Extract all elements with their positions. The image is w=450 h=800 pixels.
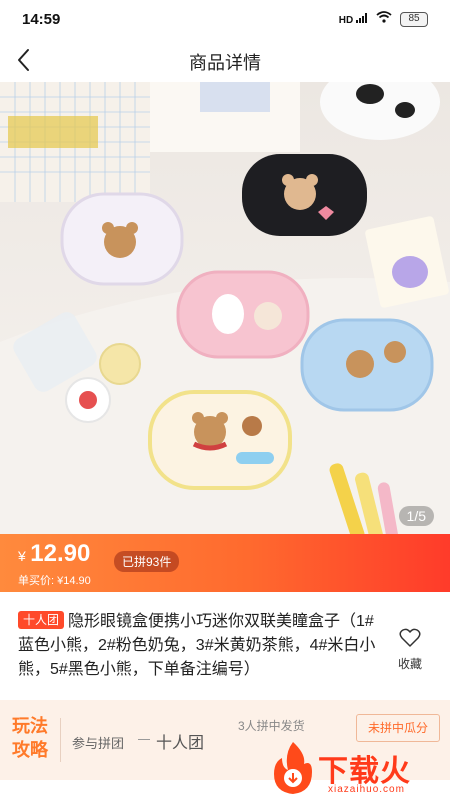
page-title: 商品详情	[189, 53, 261, 73]
watermark: 下载火 xiazaihuo.com	[268, 738, 448, 798]
signal-label: HD	[338, 14, 354, 26]
join-group-label: 参与拼团	[72, 736, 125, 751]
heart-icon	[399, 628, 421, 647]
group-count-badge: 已拼93件	[114, 551, 180, 572]
wifi-icon	[376, 10, 392, 28]
success-rule-label: 3人拼中发货	[238, 719, 305, 733]
status-bar: 14:59 HD 85	[0, 0, 450, 38]
play-strategy-title: 玩法攻略	[12, 716, 48, 760]
divider	[60, 718, 61, 762]
product-title-block: 十人团 隐形眼镜盒便携小巧迷你双联美瞳盒子（1#蓝色小熊，2#粉色奶兔，3#米黄奶…	[18, 610, 384, 682]
group-price: ¥ 12.90	[18, 540, 90, 568]
flame-logo-icon	[274, 742, 312, 794]
product-image-carousel[interactable]: 1/5	[0, 82, 450, 534]
product-photo	[0, 82, 450, 534]
price-banner: ¥ 12.90 单买价: ¥14.90 已拼93件	[0, 534, 450, 592]
nav-bar: 商品详情	[0, 38, 450, 82]
favorite-label: 收藏	[397, 657, 422, 671]
status-time: 14:59	[22, 11, 61, 28]
signal-icon: HD	[338, 12, 368, 26]
favorite-button[interactable]: 收藏	[394, 628, 426, 672]
product-info: 十人团 隐形眼镜盒便携小巧迷你双联美瞳盒子（1#蓝色小熊，2#粉色奶兔，3#米黄奶…	[0, 592, 450, 692]
team-size-label: 十人团	[137, 729, 204, 753]
watermark-url: xiazaihuo.com	[328, 784, 405, 795]
team-tag: 十人团	[18, 611, 65, 629]
currency-symbol: ¥	[18, 548, 26, 564]
battery-icon: 85	[400, 11, 428, 27]
single-buy-price: 单买价: ¥14.90	[18, 575, 91, 587]
product-title: 隐形眼镜盒便携小巧迷你双联美瞳盒子（1#蓝色小熊，2#粉色奶兔，3#米黄奶茶熊，…	[18, 613, 376, 678]
page-indicator: 1/5	[398, 506, 434, 526]
price-value: 12.90	[30, 540, 91, 567]
status-icons: HD 85	[339, 10, 428, 28]
